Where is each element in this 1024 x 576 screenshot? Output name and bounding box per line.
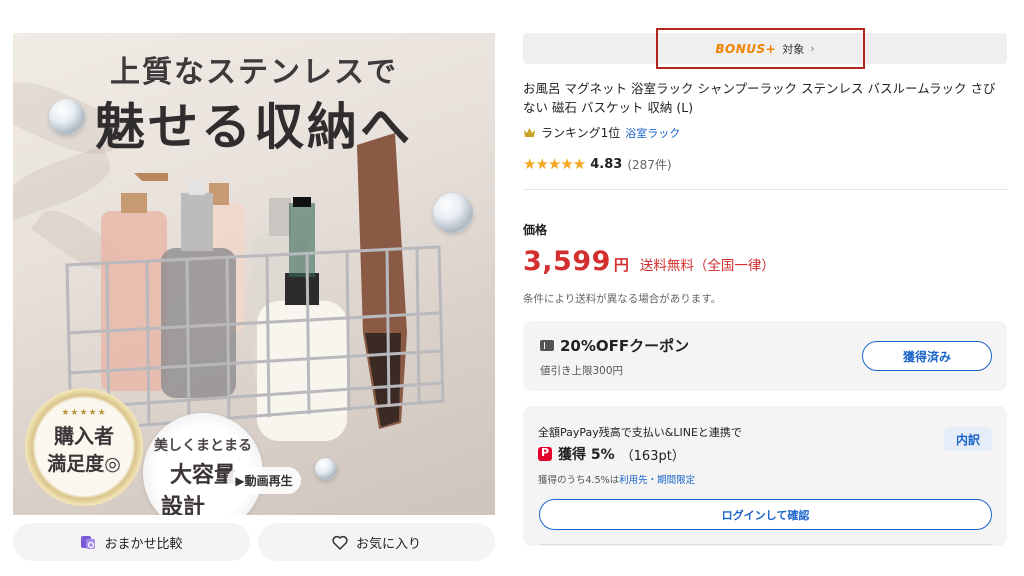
login-confirm-button[interactable]: ログインして確認 [539,499,992,530]
badge-text-line2: 満足度◎ [47,453,121,475]
paypay-earn-points: （163pt） [620,448,685,464]
product-title: お風呂 マグネット 浴室ラック シャンプーラック ステンレス バスルームラック … [523,81,996,115]
paypay-earn-row: 獲得 5% （163pt） [538,444,685,464]
product-main-image[interactable]: 上質なステンレスで 魅せる収納へ ★★★★★ 購入者 満足度◎ 美しくまとまる … [13,33,495,515]
shipping-note: 条件により送料が異なる場合があります。 [523,293,722,305]
highlight-box [656,28,865,69]
price-unit: 円 [613,256,629,274]
paypay-note-text: 獲得のうち4.5%は [538,475,620,486]
review-count[interactable]: (287件) [627,156,671,173]
coupon-acquired-button[interactable]: 獲得済み [862,341,992,371]
heart-icon [332,535,348,550]
coupon-subtitle: 値引き上限300円 [540,365,624,377]
badge-stars: ★★★★★ [61,408,107,418]
crown-icon [524,128,535,137]
coupon-title: 20%OFFクーポン [560,337,690,355]
play-video-button[interactable]: ▶動画再生 [227,467,301,494]
coupon-card: 20%OFFクーポン 値引き上限300円 獲得済み [523,321,1007,391]
ranking-row: ランキング1位 浴室ラック [523,124,680,141]
price-amount: 3,599 [523,246,611,277]
divider [523,189,1007,190]
paypay-earn-rate: 獲得 5% [558,447,615,463]
paypay-reward-card: 全額PayPay残高で支払い&LINEと連携で 内訳 獲得 5% （163pt）… [523,406,1007,546]
paypay-icon [538,446,552,461]
coupon-title-row: 20%OFFクーポン [540,335,689,356]
paypay-title: 全額PayPay残高で支払い&LINEと連携で [538,426,742,439]
satisfaction-badge: ★★★★★ 購入者 満足度◎ [25,388,143,506]
ranking-text: ランキング1位 [541,126,621,140]
compare-button[interactable]: おまかせ比較 [13,523,250,561]
price-label: 価格 [523,223,548,237]
badge-text-line1: 購入者 [54,424,114,448]
favorite-button[interactable]: お気に入り [258,523,495,561]
shipping-info: 送料無料（全国一律） [639,258,775,274]
paypay-note-link[interactable]: 利用先・期間限定 [619,475,695,486]
favorite-button-label: お気に入り [355,536,421,552]
paypay-note: 獲得のうち4.5%は利用先・期間限定 [538,472,695,486]
breakdown-button[interactable]: 内訳 [944,427,992,451]
compare-button-label: おまかせ比較 [104,536,183,552]
coupon-ticket-icon [540,340,554,351]
divider [539,544,992,545]
price-row: 3,599 円 送料無料（全国一律） [523,246,775,277]
compare-icon [81,536,96,549]
ranking-category-link[interactable]: 浴室ラック [625,125,680,141]
product-page: 上質なステンレスで 魅せる収納へ ★★★★★ 購入者 満足度◎ 美しくまとまる … [0,0,1024,576]
rating-stars: ★★★★★ [523,155,586,173]
rating-score: 4.83 [590,156,623,172]
badge-text-line1: 美しくまとまる [154,438,252,454]
rating-row[interactable]: ★★★★★ 4.83 (287件) [523,155,672,173]
